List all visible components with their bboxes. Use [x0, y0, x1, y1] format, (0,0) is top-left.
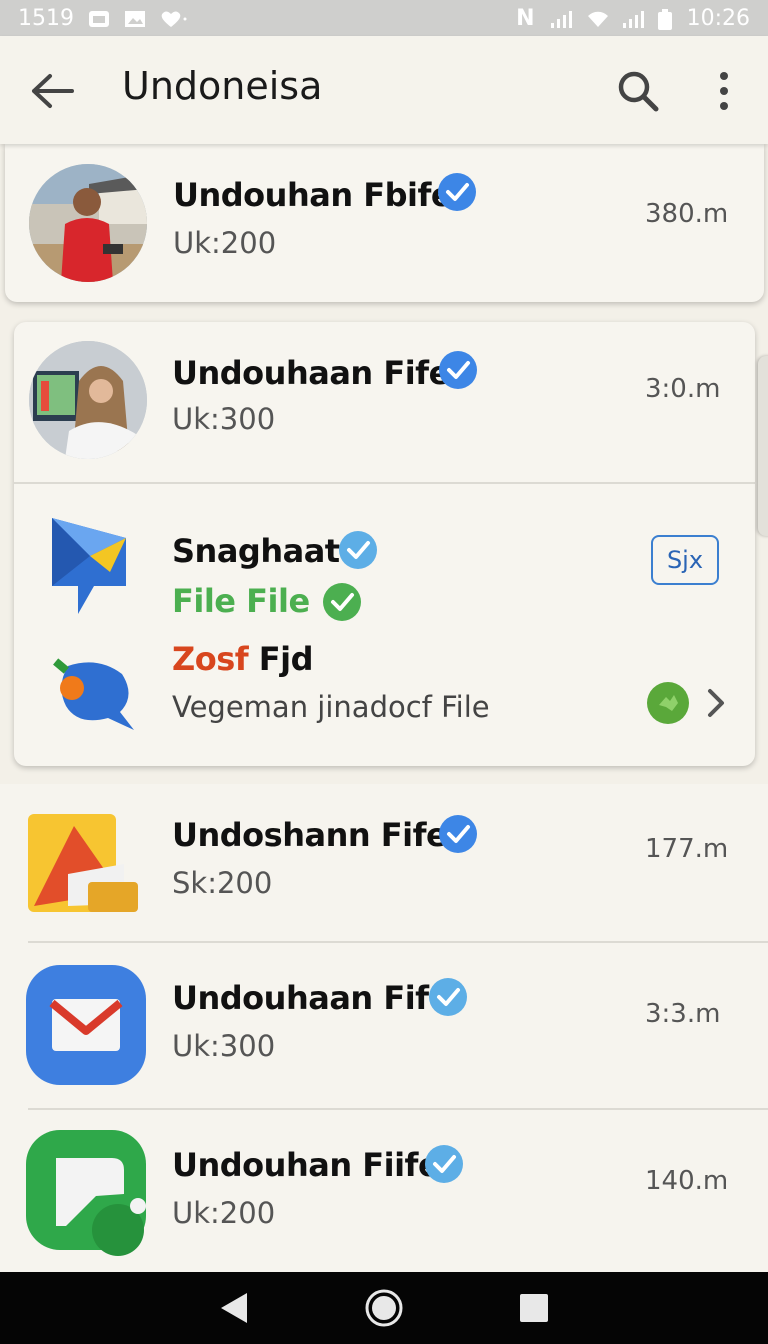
file-name: Undouhaan Fife [172, 979, 450, 1017]
file-subtitle: Uk:200 [172, 1196, 276, 1230]
description: Vegeman jinadocf File [172, 690, 490, 724]
verified-icon [425, 1145, 463, 1183]
file-subtitle: Uk:200 [173, 226, 277, 260]
verified-icon [438, 173, 476, 211]
verified-green-icon [323, 583, 361, 621]
search-button[interactable] [612, 66, 664, 116]
file-name: Undouhan Fiife [172, 1146, 440, 1184]
file-name: Undouhaan Fife [172, 354, 450, 392]
avatar [29, 164, 147, 282]
status-right: N 10:26 [516, 6, 750, 31]
zosf-part-2: Fjd [258, 640, 314, 678]
file-size: 3:0.m [645, 374, 721, 404]
chevron-right-icon[interactable] [704, 686, 728, 720]
nav-recents-button[interactable] [514, 1288, 554, 1328]
battery-icon [657, 9, 673, 30]
verified-icon [429, 978, 467, 1016]
file-name: Undouhan Fbife [173, 176, 453, 214]
verified-icon [439, 815, 477, 853]
back-button[interactable] [26, 66, 80, 116]
list-item[interactable]: Undoshann Fife Sk:200 177.m [0, 784, 768, 941]
photo-icon [88, 9, 110, 27]
zosf-label: Zosf Fjd [172, 640, 314, 678]
search-icon [618, 71, 659, 112]
triangle-back-icon [221, 1293, 247, 1323]
file-size: 3:3.m [645, 999, 721, 1029]
heart-icon [160, 9, 187, 27]
puzzle-icon[interactable] [646, 681, 690, 725]
file-subtitle: Uk:300 [172, 402, 276, 436]
signal-icon [549, 9, 572, 28]
status-time-left: 1519 [18, 5, 74, 31]
mail-app-icon [26, 965, 146, 1085]
square-recents-icon [520, 1294, 548, 1322]
app-icon-1 [28, 814, 138, 914]
status-bar: 1519 N 10:26 [0, 0, 768, 36]
more-options-button[interactable] [702, 66, 746, 116]
list-item[interactable]: Undouhaan Fife Uk:300 3:3.m [0, 943, 768, 1107]
nfc-label: N [516, 5, 535, 31]
more-vert-icon [720, 72, 728, 110]
page-title: Undoneisa [122, 64, 323, 108]
file-name: Undoshann Fife [172, 816, 448, 854]
file-subtitle: Uk:300 [172, 1029, 276, 1063]
app-title: Snaghaat [172, 532, 340, 570]
green-app-icon [26, 1130, 150, 1260]
list-section: Undoshann Fife Sk:200 177.m Undouhaan Fi… [0, 784, 768, 1272]
list-item[interactable]: Undouhan Fiife Uk:200 140.m [0, 1110, 768, 1272]
badge-button[interactable]: Sjx [651, 535, 719, 585]
chat-logo [48, 656, 138, 736]
app-logo [50, 516, 130, 616]
arrow-back-icon [32, 74, 74, 108]
nav-back-button[interactable] [214, 1288, 254, 1328]
avatar [29, 341, 147, 459]
file-card-expanded[interactable]: Undouhaan Fife Uk:300 3:0.m Snaghaat Sjx… [14, 322, 755, 766]
verified-icon [339, 531, 377, 569]
divider [14, 482, 755, 484]
system-nav-bar [0, 1272, 768, 1344]
file-subtitle: Sk:200 [172, 866, 273, 900]
signal-icon-2 [621, 9, 644, 28]
nav-home-button[interactable] [362, 1286, 406, 1330]
file-card-1[interactable]: Undouhan Fbife Uk:200 380.m [5, 144, 764, 302]
file-label: File File [172, 582, 310, 620]
file-size: 380.m [645, 199, 729, 229]
status-time-right: 10:26 [686, 5, 750, 31]
status-left: 1519 [18, 5, 187, 31]
side-handle[interactable] [758, 356, 768, 536]
file-size: 177.m [645, 834, 729, 864]
verified-icon [439, 351, 477, 389]
gallery-icon [124, 9, 146, 27]
zosf-part-1: Zosf [172, 640, 249, 678]
wifi-icon [585, 9, 608, 27]
file-size: 140.m [645, 1166, 729, 1196]
app-bar: Undoneisa [0, 36, 768, 144]
circle-home-icon [365, 1289, 403, 1327]
